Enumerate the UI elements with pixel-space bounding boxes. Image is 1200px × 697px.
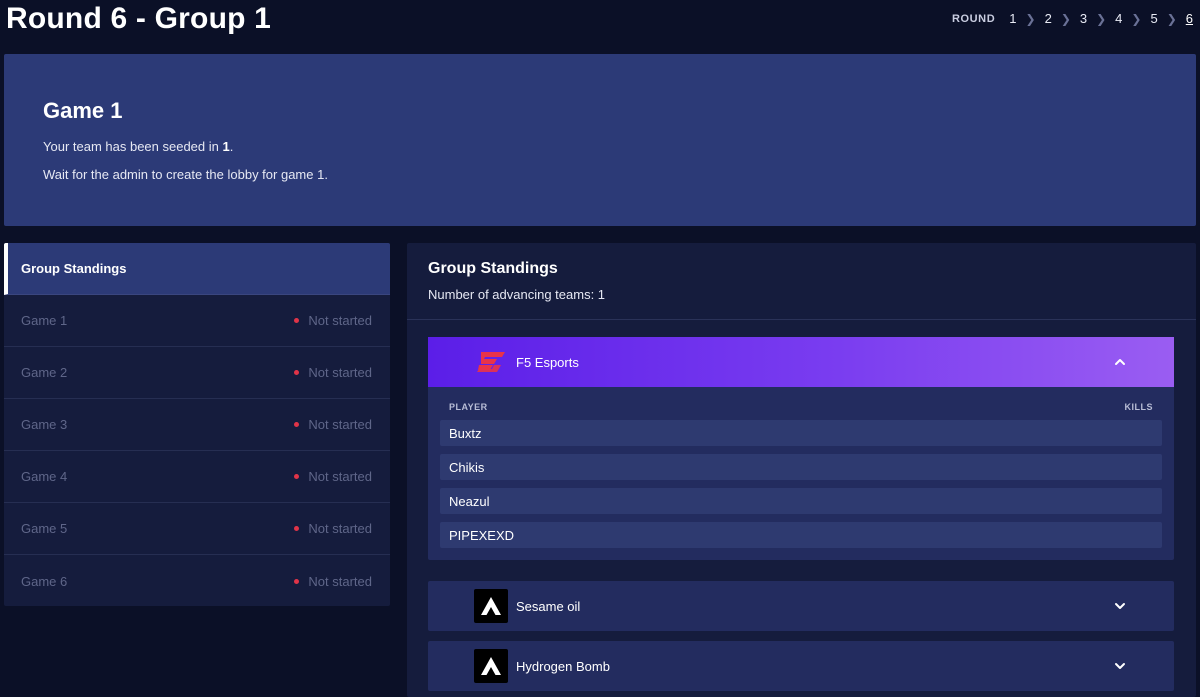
round-label: ROUND <box>951 12 996 25</box>
round-navigation: ROUND 1 ❯ 2 ❯ 3 ❯ 4 ❯ 5 ❯ 6 <box>952 11 1195 26</box>
standings-title: Group Standings <box>428 260 558 277</box>
round-link-3[interactable]: 3 <box>1078 11 1089 26</box>
status-dot-icon <box>294 578 300 584</box>
sidebar-item-game-6[interactable]: Game 6 Not started <box>4 555 390 606</box>
chevron-right-icon: ❯ <box>1096 11 1107 26</box>
player-name: Neazul <box>449 493 490 509</box>
status-dot-icon <box>294 474 300 479</box>
sidebar-item-game-3[interactable]: Game 3 Not started <box>4 399 390 451</box>
players-table: PLAYER KILLS Buxtz Chikis Neazul PIPEXEX… <box>428 387 1174 560</box>
advancing-teams-text: Number of advancing teams: 1 <box>428 287 606 302</box>
chevron-down-icon[interactable] <box>1113 599 1127 613</box>
team-name: F5 Esports <box>516 354 579 370</box>
round-link-4[interactable]: 4 <box>1113 11 1124 26</box>
team-name: Sesame oil <box>516 598 581 614</box>
game-banner: Game 1 Your team has been seeded in 1. W… <box>4 54 1196 226</box>
table-row: Chikis <box>440 454 1162 480</box>
wait-message: Wait for the admin to create the lobby f… <box>43 167 328 182</box>
standings-header: Group Standings Number of advancing team… <box>407 243 1196 320</box>
seed-value: 1 <box>222 139 230 154</box>
round-link-6[interactable]: 6 <box>1184 11 1195 26</box>
sidebar-item-label: Game 6 <box>21 573 68 589</box>
round-link-2[interactable]: 2 <box>1043 11 1054 26</box>
status-dot-icon <box>294 526 300 531</box>
chevron-right-icon: ❯ <box>1025 11 1036 26</box>
sidebar-item-label: Game 1 <box>21 313 68 328</box>
game-title: Game 1 <box>43 98 123 123</box>
sidebar-item-label: Game 3 <box>21 417 68 432</box>
f5-logo-icon <box>474 345 508 379</box>
team-card-hydrogen-bomb: Hydrogen Bomb <box>428 641 1174 691</box>
status-dot-icon <box>294 422 300 427</box>
sidebar-item-game-1[interactable]: Game 1 Not started <box>4 295 390 347</box>
status-indicator: Not started <box>294 469 372 484</box>
status-indicator: Not started <box>294 417 372 432</box>
sidebar-item-label: Game 2 <box>21 365 68 380</box>
apex-logo-icon <box>474 649 508 683</box>
kills-column-header: KILLS <box>1124 402 1153 412</box>
players-table-header: PLAYER KILLS <box>440 397 1162 420</box>
status-dot-icon <box>294 318 300 323</box>
chevron-down-icon[interactable] <box>1113 659 1127 673</box>
team-header-f5-esports[interactable]: F5 Esports <box>428 337 1174 387</box>
chevron-right-icon: ❯ <box>1166 11 1177 26</box>
player-name: Buxtz <box>449 425 482 441</box>
sidebar-item-label: Group Standings <box>21 261 127 276</box>
team-card-sesame-oil: Sesame oil <box>428 581 1174 631</box>
group-standings-panel: Group Standings Number of advancing team… <box>407 243 1196 697</box>
games-sidebar: Group Standings Game 1 Not started Game … <box>4 243 390 606</box>
status-indicator: Not started <box>294 313 372 328</box>
table-row: Buxtz <box>440 420 1162 446</box>
player-name: PIPEXEXD <box>449 527 515 543</box>
chevron-right-icon: ❯ <box>1131 11 1142 26</box>
round-link-1[interactable]: 1 <box>1007 11 1018 26</box>
round-link-5[interactable]: 5 <box>1148 11 1159 26</box>
apex-logo-icon <box>474 589 508 623</box>
sidebar-item-group-standings[interactable]: Group Standings <box>4 243 390 295</box>
status-indicator: Not started <box>294 365 372 380</box>
sidebar-item-game-5[interactable]: Game 5 Not started <box>4 503 390 555</box>
player-column-header: PLAYER <box>449 402 488 412</box>
table-row: PIPEXEXD <box>440 522 1162 548</box>
team-header-hydrogen-bomb[interactable]: Hydrogen Bomb <box>428 641 1174 691</box>
player-name: Chikis <box>449 459 485 475</box>
status-indicator: Not started <box>294 574 372 589</box>
status-indicator: Not started <box>294 521 372 536</box>
team-card-f5-esports: F5 Esports PLAYER KILLS Buxtz Chikis Nea… <box>428 337 1174 560</box>
sidebar-item-game-4[interactable]: Game 4 Not started <box>4 451 390 503</box>
team-header-sesame-oil[interactable]: Sesame oil <box>428 581 1174 631</box>
status-dot-icon <box>294 370 300 375</box>
chevron-up-icon[interactable] <box>1113 355 1127 369</box>
sidebar-item-label: Game 4 <box>21 469 68 484</box>
table-row: Neazul <box>440 488 1162 514</box>
chevron-right-icon: ❯ <box>1060 11 1071 26</box>
page-title: Round 6 - Group 1 <box>6 2 272 35</box>
seed-message: Your team has been seeded in 1. <box>43 139 234 154</box>
sidebar-item-game-2[interactable]: Game 2 Not started <box>4 347 390 399</box>
team-name: Hydrogen Bomb <box>516 658 610 674</box>
sidebar-item-label: Game 5 <box>21 521 68 536</box>
